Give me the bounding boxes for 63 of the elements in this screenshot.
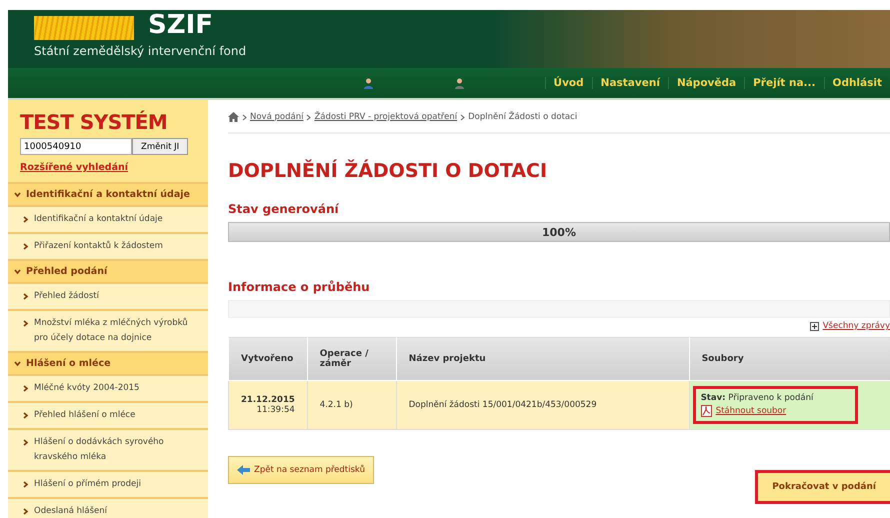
sidebar-item[interactable]: Hlášení o dodávkách syrového kravského mléka [8,430,208,472]
system-title: TEST SYSTÉM [20,110,168,134]
back-button[interactable]: Zpět na seznam předtisků [228,456,374,484]
breadcrumb-current: Doplnění Žádosti o dotaci [468,112,578,122]
page-title: DOPLNĚNÍ ŽÁDOSTI O DOTACI [228,160,548,182]
sidebar-item[interactable]: Identifikační a kontaktní údaje [8,207,208,234]
organization-name: Státní zemědělský intervenční fond [34,44,248,58]
chevron-icon [22,385,29,392]
breadcrumb-link[interactable]: Nová podání [250,112,304,122]
separator-icon [306,114,312,120]
column-header: Název projektu [396,336,690,380]
section-heading: Informace o průběhu [228,280,371,294]
person-icon [362,78,374,88]
column-header: Vytvořeno [228,336,308,380]
advanced-search-link[interactable]: Rozšířené vyhledání [20,162,128,173]
chevron-down-icon [14,191,21,198]
sidebar-item[interactable]: Množství mléka z mléčných výrobků pro účely dotace na dojnice [8,311,208,353]
chevron-icon [22,320,29,327]
person-icon [454,78,465,88]
chevron-icon [22,216,29,223]
separator-icon [460,114,466,120]
sidebar-section[interactable]: Hlášení o mléce [8,353,208,376]
id-input-field[interactable]: 1000540910 [20,138,132,155]
section-heading: Stav generování [228,202,340,216]
home-icon[interactable] [228,112,239,122]
table-cell: Doplnění žádosti 15/001/0421b/453/000529 [396,380,690,430]
continue-button[interactable]: Pokračovat v podání [755,470,890,504]
chevron-icon [22,243,29,250]
nav-link[interactable]: Nápověda [668,77,744,89]
all-messages-link[interactable]: Všechny zprávy [822,321,890,331]
chevron-down-icon [14,268,21,275]
separator-icon [242,114,247,120]
nav-link[interactable]: Přejít na... [744,77,824,89]
sidebar-item[interactable]: Přehled hlášení o mléce [8,403,208,430]
sidebar-item[interactable]: Hlášení o přímém prodeji [8,472,208,499]
arrow-left-icon [237,465,250,475]
nav-link[interactable]: Odhlásit [824,77,890,89]
column-header: Operace / záměr [307,336,396,380]
column-header: Soubory [689,336,890,380]
date-cell: 21.12.2015 11:39:54 [228,380,308,430]
chevron-icon [22,412,29,419]
sidebar-section[interactable]: Identifikační a kontaktní údaje [8,184,208,207]
progress-reading: 100% [541,226,577,239]
download-link[interactable]: Stáhnout soubor [716,406,786,416]
table-cell: 4.2.1 b) [307,380,396,430]
sidebar-item[interactable]: Mléčné kvóty 2004-2015 [8,376,208,403]
status-text: Stav: Připraveno k podání [700,393,814,403]
logo-text: SZIF [148,10,214,40]
chevron-down-icon [14,360,21,367]
chevron-icon [22,481,29,488]
chevron-icon [22,439,29,446]
nav-link[interactable]: Úvod [544,77,592,89]
nav-link[interactable]: Nastavení [592,77,668,89]
change-button[interactable]: Změnit JI [132,138,188,155]
sidebar-item[interactable]: Přiřazení kontaktů k žádostem [8,234,208,261]
expand-icon[interactable] [810,322,819,330]
breadcrumb-link[interactable]: Žádosti PRV - projektová opatření [314,112,458,122]
chevron-icon [22,508,29,515]
sidebar-item[interactable]: Odeslaná hlášení [8,499,208,518]
pdf-icon [700,405,712,417]
chevron-icon [22,293,29,300]
sidebar-item[interactable]: Přehled žádostí [8,284,208,311]
sidebar-section[interactable]: Přehled podání [8,261,208,284]
